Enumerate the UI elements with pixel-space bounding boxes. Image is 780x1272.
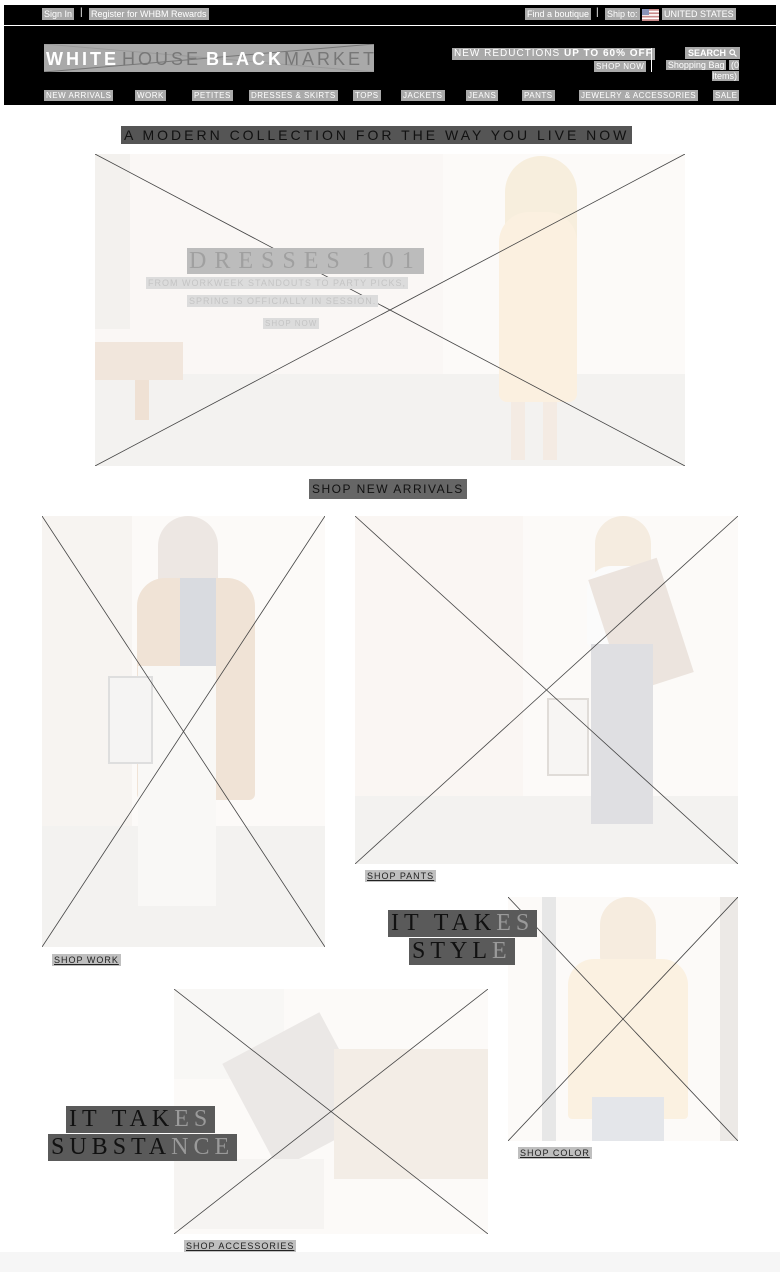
- register-rewards-link[interactable]: Register for WHBM Rewards: [89, 8, 209, 20]
- shop-color-image[interactable]: [508, 897, 738, 1141]
- nav-work[interactable]: Work: [135, 90, 166, 101]
- broken-image-icon: [42, 516, 325, 947]
- broken-image-icon: [508, 897, 738, 1141]
- nav-jeans[interactable]: Jeans: [466, 90, 499, 101]
- it-takes-style-line-2: STYLE: [409, 938, 515, 965]
- shop-accessories-image[interactable]: [174, 989, 488, 1234]
- country-selector[interactable]: UNITED STATES: [662, 8, 736, 20]
- hero-subtitle-line-2: SPRING IS OFFICIALLY IN SESSION.: [187, 295, 379, 307]
- us-flag-icon[interactable]: [642, 8, 659, 21]
- shop-pants-link[interactable]: SHOP PANTS: [365, 870, 437, 882]
- nav-sale[interactable]: Sale: [713, 90, 740, 101]
- collection-tagline: A MODERN COLLECTION FOR THE WAY YOU LIVE…: [121, 126, 633, 144]
- broken-image-icon: [355, 516, 738, 864]
- it-takes-substance-text-faded: ES: [174, 1106, 213, 1132]
- hero-title: DRESSES 101: [187, 248, 424, 274]
- shopping-bag-link[interactable]: Shopping Bag (0 Items): [663, 60, 739, 82]
- brand-logo[interactable]: WHITE HOUSE BLACK MARKET: [44, 44, 374, 72]
- find-boutique-link[interactable]: Find a boutique: [525, 8, 592, 20]
- nav-petites[interactable]: Petites: [192, 90, 233, 101]
- hero-subtitle-line-1: FROM WORKWEEK STANDOUTS TO PARTY PICKS,: [146, 277, 409, 289]
- bag-label: Shopping Bag: [665, 60, 727, 70]
- shop-new-arrivals-button[interactable]: SHOP NEW ARRIVALS: [309, 479, 467, 499]
- shop-work-link[interactable]: SHOP WORK: [52, 954, 121, 966]
- search-button[interactable]: SEARCH: [685, 47, 740, 59]
- logo-word-market: MARKET: [284, 49, 374, 69]
- substance-text: SUBSTA: [51, 1134, 172, 1160]
- footer-band: [0, 1252, 780, 1272]
- header-divider: [651, 48, 652, 72]
- it-takes-style-text-faded: ES: [496, 910, 535, 936]
- shop-pants-image[interactable]: [355, 516, 738, 864]
- style-text-faded: E: [492, 938, 512, 964]
- nav-pants[interactable]: Pants: [522, 90, 555, 101]
- search-icon: [728, 49, 737, 57]
- ship-to-label: Ship to:: [605, 8, 640, 20]
- nav-dresses-skirts[interactable]: Dresses & Skirts: [249, 90, 338, 101]
- broken-image-icon: [95, 154, 685, 466]
- utility-separator: |: [80, 7, 83, 18]
- hero-banner-image[interactable]: [95, 154, 685, 466]
- shop-accessories-link[interactable]: SHOP ACCESSORIES: [184, 1240, 297, 1252]
- it-takes-style-line-1: IT TAKES: [388, 910, 538, 937]
- search-label: SEARCH: [688, 48, 727, 58]
- nav-jewelry-accessories[interactable]: Jewelry & Accessories: [579, 90, 699, 101]
- it-takes-substance-line-2: SUBSTANCE: [48, 1134, 238, 1161]
- logo-word-house: HOUSE: [122, 49, 202, 69]
- sign-in-link[interactable]: Sign In: [42, 8, 75, 20]
- nav-new-arrivals[interactable]: New Arrivals: [44, 90, 114, 101]
- hero-shop-now-link[interactable]: SHOP NOW: [263, 318, 320, 329]
- promo-banner[interactable]: NEW REDUCTIONS UP TO 60% OFF: [452, 48, 655, 60]
- broken-image-icon: [174, 989, 488, 1234]
- logo-word-white: WHITE: [46, 49, 119, 69]
- utility-separator: |: [596, 7, 599, 18]
- nav-jackets[interactable]: Jackets: [401, 90, 445, 101]
- it-takes-substance-text: IT TAK: [69, 1106, 175, 1132]
- logo-word-black: BLACK: [206, 49, 284, 69]
- style-text: STYL: [412, 938, 492, 964]
- it-takes-style-text: IT TAK: [391, 910, 497, 936]
- shop-work-image[interactable]: [42, 516, 325, 947]
- nav-tops[interactable]: Tops: [353, 90, 381, 101]
- promo-lead: NEW REDUCTIONS: [454, 48, 564, 59]
- shop-color-link[interactable]: SHOP COLOR: [518, 1147, 592, 1159]
- it-takes-substance-line-1: IT TAKES: [66, 1106, 216, 1133]
- substance-text-faded: NCE: [171, 1134, 235, 1160]
- promo-bold: UP TO 60% OFF: [564, 48, 653, 59]
- promo-shop-now-link[interactable]: SHOP NOW: [594, 61, 647, 72]
